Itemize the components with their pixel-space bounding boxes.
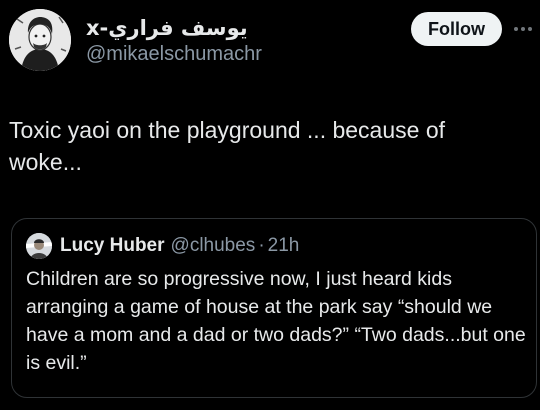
quote-text: Children are so progressive now, I just … (26, 268, 526, 374)
separator-dot: · (258, 235, 265, 256)
author-avatar[interactable] (9, 9, 71, 71)
quote-timestamp[interactable]: 21h (268, 235, 300, 257)
portrait-icon (9, 9, 71, 71)
author-handle[interactable]: @mikaelschumachr (86, 42, 262, 66)
quote-author-name[interactable]: Lucy Huber (60, 235, 165, 257)
quote-author-avatar[interactable] (26, 233, 52, 259)
follow-button[interactable]: Follow (411, 12, 502, 46)
author-display-name[interactable]: يوسف فراري-x (86, 15, 248, 41)
quote-author-handle[interactable]: @clhubes (171, 235, 256, 257)
ellipsis-icon[interactable] (514, 26, 538, 32)
quoted-tweet-card[interactable]: Lucy Huber @clhubes · 21h Children are s… (11, 218, 537, 398)
tweet-text: Toxic yaoi on the playground ... because… (9, 117, 446, 175)
tweet-view: يوسف فراري-x @mikaelschumachr Follow Tox… (0, 0, 540, 410)
portrait-icon (26, 233, 52, 259)
quote-header: Lucy Huber @clhubes · 21h (60, 232, 299, 260)
